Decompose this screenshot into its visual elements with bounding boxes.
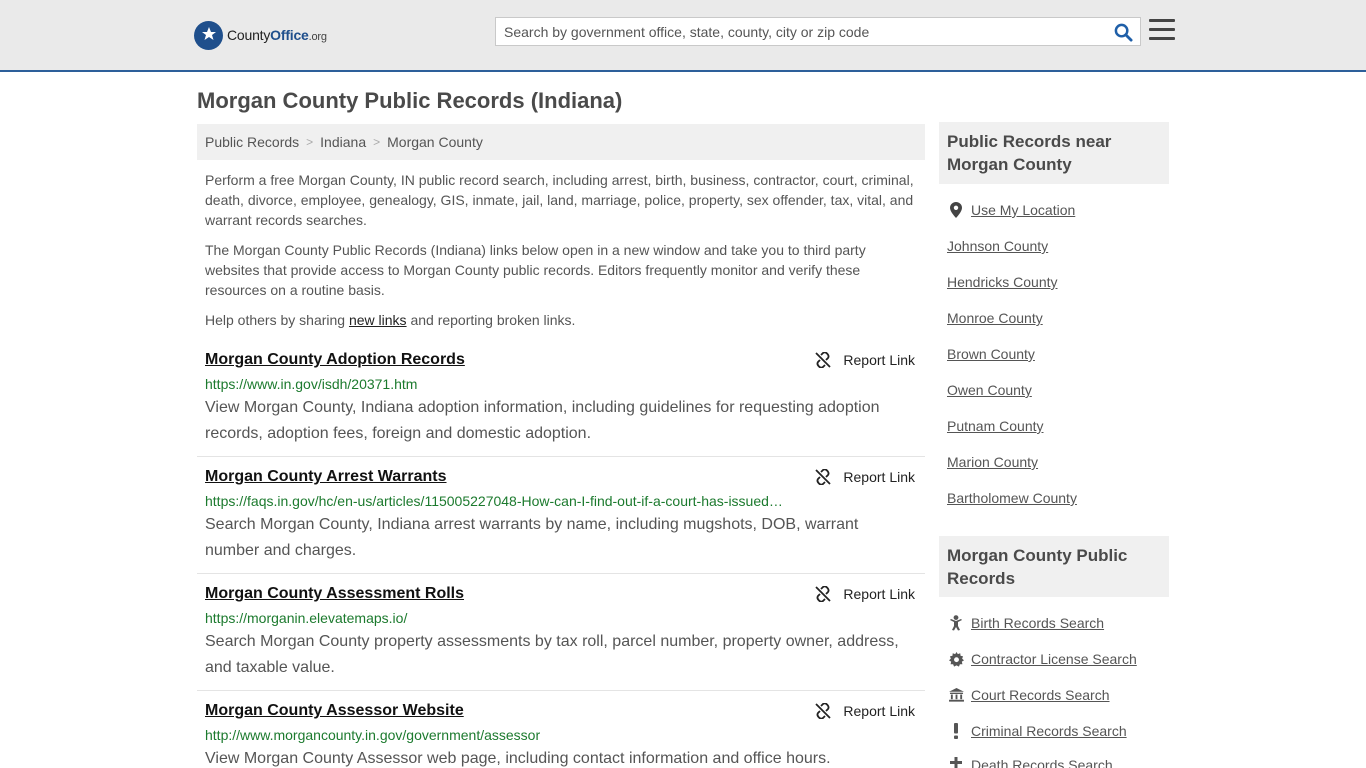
record-description: View Morgan County Assessor web page, in… xyxy=(205,750,831,767)
divider xyxy=(197,573,925,574)
birth-records-link[interactable]: Birth Records Search xyxy=(947,615,1104,631)
record-entry: Morgan County Arrest Warrants Report Lin… xyxy=(197,468,925,568)
breadcrumb-morgan-county[interactable]: Morgan County xyxy=(387,134,483,150)
new-links-link[interactable]: new links xyxy=(349,312,407,328)
record-entry: Morgan County Assessment Rolls Report Li… xyxy=(197,585,925,685)
disclaimer-paragraph: The Morgan County Public Records (Indian… xyxy=(205,242,866,298)
site-logo[interactable]: CountyOffice.org xyxy=(194,20,327,50)
county-records-heading: Morgan County Public Records xyxy=(939,536,1169,597)
breadcrumb-public-records[interactable]: Public Records xyxy=(205,134,299,150)
nearby-county-link[interactable]: Johnson County xyxy=(947,238,1048,254)
criminal-records-link[interactable]: Criminal Records Search xyxy=(947,723,1127,739)
report-link-button[interactable]: Report Link xyxy=(815,352,915,368)
record-title-link[interactable]: Morgan County Assessment Rolls xyxy=(205,585,464,603)
nearby-county-link[interactable]: Monroe County xyxy=(947,310,1043,326)
broken-link-icon xyxy=(815,586,832,602)
breadcrumb: Public Records > Indiana > Morgan County xyxy=(197,124,925,160)
broken-link-icon xyxy=(815,469,832,485)
record-url[interactable]: http://www.morgancounty.in.gov/governmen… xyxy=(205,727,785,743)
record-entry: Morgan County Assessor Website Report Li… xyxy=(197,702,925,768)
report-link-button[interactable]: Report Link xyxy=(815,586,915,602)
gear-icon xyxy=(947,651,965,667)
seal-icon xyxy=(194,20,223,50)
broken-link-icon xyxy=(815,703,832,719)
nearby-county-link[interactable]: Marion County xyxy=(947,454,1038,470)
breadcrumb-indiana[interactable]: Indiana xyxy=(320,134,366,150)
record-title-link[interactable]: Morgan County Adoption Records xyxy=(205,351,465,369)
record-title-link[interactable]: Morgan County Arrest Warrants xyxy=(205,468,447,486)
record-title-link[interactable]: Morgan County Assessor Website xyxy=(205,702,464,720)
map-pin-icon xyxy=(947,202,965,218)
breadcrumb-separator-icon: > xyxy=(373,135,381,149)
report-link-button[interactable]: Report Link xyxy=(815,469,915,485)
nearby-county-link[interactable]: Owen County xyxy=(947,382,1032,398)
baby-icon xyxy=(947,615,965,631)
record-description: Search Morgan County property assessment… xyxy=(205,633,899,676)
search-icon[interactable] xyxy=(1112,21,1134,43)
breadcrumb-separator-icon: > xyxy=(306,135,314,149)
nearby-county-link[interactable]: Hendricks County xyxy=(947,274,1058,290)
intro-paragraph: Perform a free Morgan County, IN public … xyxy=(205,172,914,228)
record-description: Search Morgan County, Indiana arrest war… xyxy=(205,516,859,559)
record-url[interactable]: https://www.in.gov/isdh/20371.htm xyxy=(205,376,785,392)
nearby-county-link[interactable]: Bartholomew County xyxy=(947,490,1077,506)
page-title: Morgan County Public Records (Indiana) xyxy=(197,88,623,113)
exclamation-icon xyxy=(947,723,965,739)
cross-icon xyxy=(947,757,965,768)
death-records-link[interactable]: Death Records Search xyxy=(947,757,1113,768)
nearby-records-heading: Public Records near Morgan County xyxy=(939,122,1169,184)
record-url[interactable]: https://faqs.in.gov/hc/en-us/articles/11… xyxy=(205,493,785,509)
nearby-county-link[interactable]: Brown County xyxy=(947,346,1035,362)
logo-text: CountyOffice.org xyxy=(227,27,327,43)
use-my-location-link[interactable]: Use My Location xyxy=(947,202,1075,218)
nearby-county-link[interactable]: Putnam County xyxy=(947,418,1044,434)
courthouse-icon xyxy=(947,688,965,702)
broken-link-icon xyxy=(815,352,832,368)
divider xyxy=(197,456,925,457)
hamburger-menu-icon[interactable] xyxy=(1149,19,1175,43)
divider xyxy=(197,690,925,691)
contractor-license-link[interactable]: Contractor License Search xyxy=(947,651,1137,667)
site-header: CountyOffice.org xyxy=(0,0,1366,72)
court-records-link[interactable]: Court Records Search xyxy=(947,687,1110,703)
search-input[interactable] xyxy=(496,18,1106,45)
record-url[interactable]: https://morganin.elevatemaps.io/ xyxy=(205,610,785,626)
record-entry: Morgan County Adoption Records Report Li… xyxy=(197,351,925,451)
record-description: View Morgan County, Indiana adoption inf… xyxy=(205,399,880,442)
share-paragraph: Help others by sharing new links and rep… xyxy=(205,312,576,328)
report-link-button[interactable]: Report Link xyxy=(815,703,915,719)
search-box xyxy=(495,17,1141,46)
